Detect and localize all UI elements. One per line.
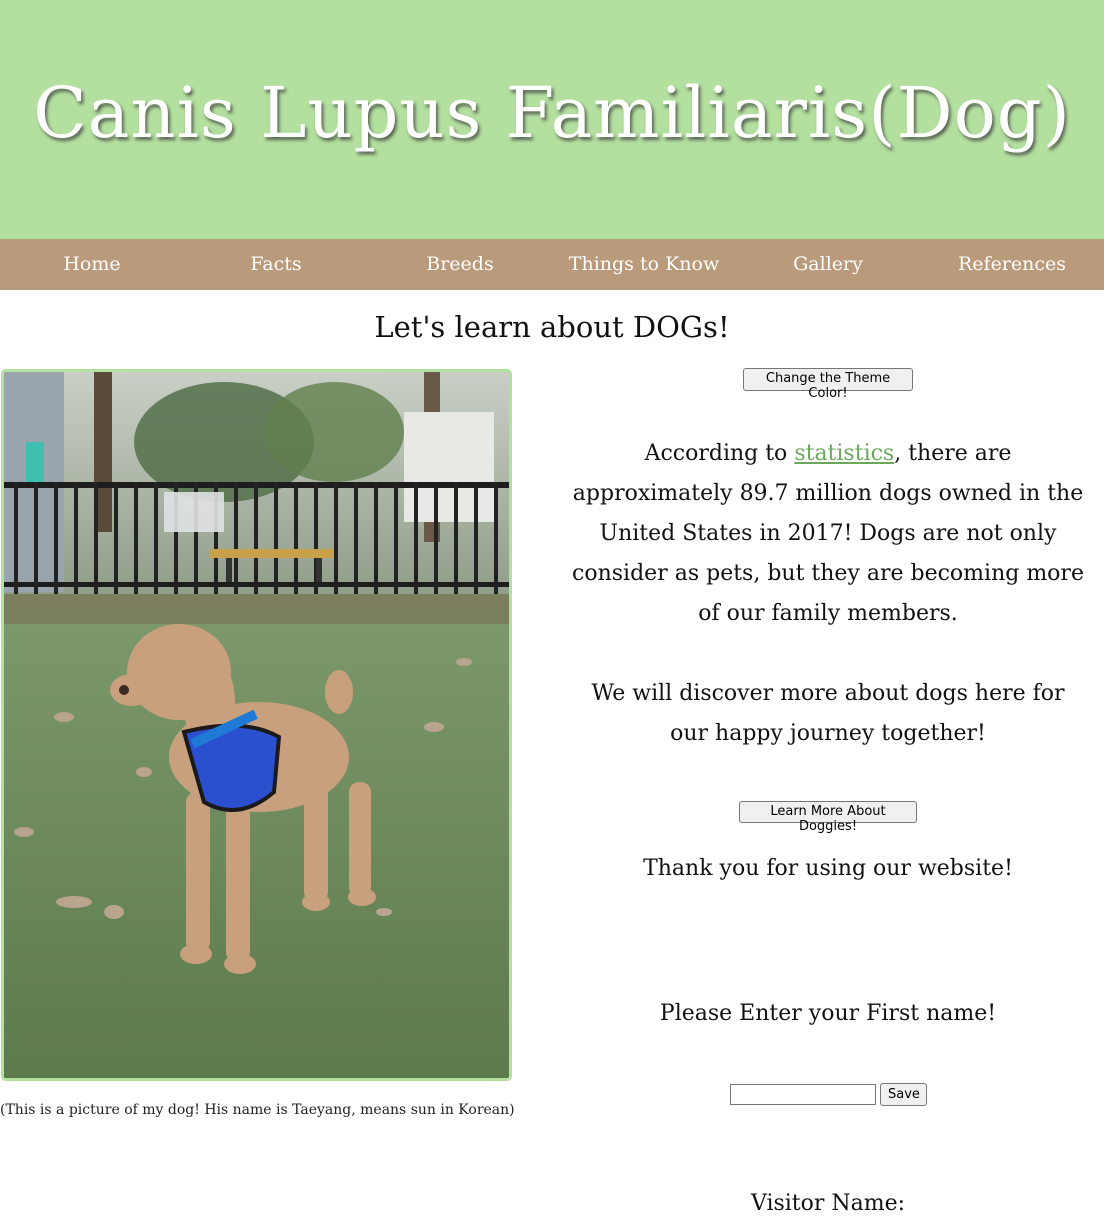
first-name-input[interactable] <box>730 1084 876 1105</box>
journey-paragraph: We will discover more about dogs here fo… <box>591 681 1065 746</box>
intro-text-before: According to <box>644 441 795 466</box>
name-prompt: Please Enter your First name! <box>659 1001 997 1026</box>
dog-photo-illustration <box>4 372 509 1078</box>
page-heading: Let's learn about DOGs! <box>374 310 730 344</box>
nav-item-home[interactable]: Home <box>0 239 184 290</box>
nav-item-facts[interactable]: Facts <box>184 239 368 290</box>
site-title: Canis Lupus Familiaris(Dog) <box>33 72 1071 154</box>
site-header: Canis Lupus Familiaris(Dog) <box>0 0 1104 239</box>
photo-caption: (This is a picture of my dog! His name i… <box>0 1102 515 1118</box>
thank-you-text: Thank you for using our website! <box>643 856 1013 881</box>
intro-paragraph: According to statistics, there are appro… <box>572 434 1084 634</box>
statistics-link[interactable]: statistics <box>794 441 894 466</box>
nav-item-references[interactable]: References <box>920 239 1104 290</box>
dog-photo <box>1 369 512 1081</box>
nav-item-breeds[interactable]: Breeds <box>368 239 552 290</box>
change-theme-button[interactable]: Change the Theme Color! <box>743 368 913 401</box>
visitor-name-label: Visitor Name: <box>750 1191 906 1216</box>
nav-item-things-to-know[interactable]: Things to Know <box>552 239 736 290</box>
learn-more-button[interactable]: Learn More About Doggies! <box>739 801 917 834</box>
main-nav: Home Facts Breeds Things to Know Gallery… <box>0 239 1104 290</box>
intro-text-after: , there are approximately 89.7 million d… <box>572 441 1084 626</box>
save-button[interactable]: Save <box>880 1083 927 1106</box>
nav-item-gallery[interactable]: Gallery <box>736 239 920 290</box>
